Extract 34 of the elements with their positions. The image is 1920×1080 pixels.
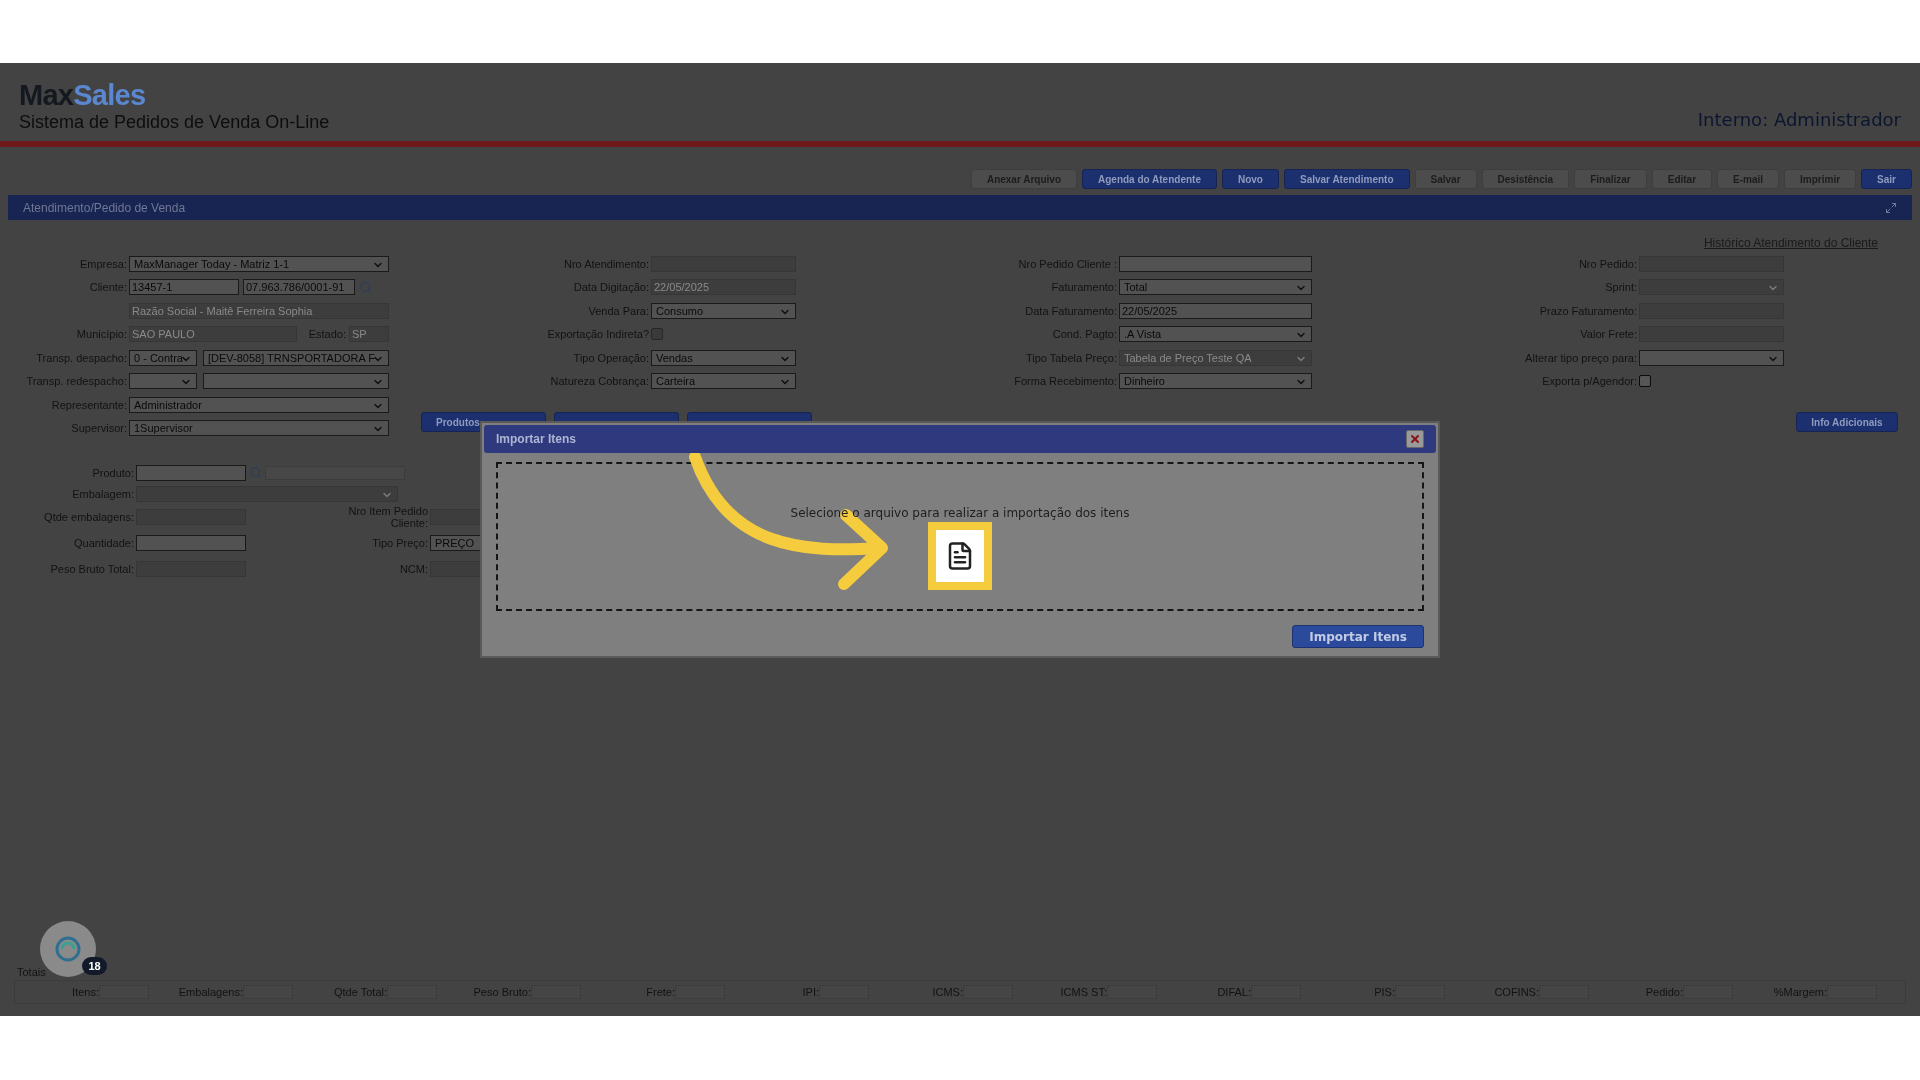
dropdown[interactable]: 0 - Contra [129,349,197,366]
dropdown[interactable]: .A Vista [1119,326,1312,343]
dropdown[interactable] [129,373,197,390]
toolbar-button[interactable]: Sair [1861,169,1912,189]
dropdown[interactable]: Administrador [129,396,389,413]
dropdown[interactable]: 1Supervisor [129,420,389,437]
text-field[interactable] [136,535,246,551]
swirl-icon [54,935,82,963]
maximize-icon[interactable] [1885,201,1897,214]
info-button[interactable]: Info Adicionais [1796,412,1898,432]
text-field[interactable] [136,464,246,481]
text-field[interactable]: 07.963.786/0001-91 [243,279,355,296]
import-button[interactable]: Importar Itens [1292,625,1424,648]
text-field[interactable]: 13457-1 [129,279,239,296]
checkbox[interactable] [1639,375,1651,388]
dropdown[interactable]: MaxManager Today - Matriz 1-1 [129,255,389,272]
dropdown[interactable]: Dinheiro [1119,373,1312,390]
dropdown[interactable]: Total [1119,279,1312,296]
dropdown[interactable]: Carteira [651,373,796,390]
dropdown[interactable]: [DEV-8058] TRNSPORTADORA F [203,349,389,366]
dropdown[interactable]: Vendas [651,349,796,366]
dropdown[interactable]: Consumo [651,302,796,319]
close-button[interactable] [1406,430,1424,448]
text-field[interactable] [1119,255,1312,272]
dropdown[interactable] [1639,349,1784,366]
panel-title: Atendimento/Pedido de Venda [23,199,186,217]
notification-badge: 18 [82,957,107,975]
toolbar-button[interactable]: Salvar Atendimento [1283,169,1410,189]
dialog-title: Importar Itens [496,431,576,448]
toolbar-button[interactable]: Agenda do Atendente [1082,169,1217,189]
text-field[interactable]: 22/05/2025 [1119,302,1312,319]
dropdown[interactable] [203,373,389,390]
toolbar-button[interactable]: Novo [1221,169,1279,189]
close-icon [1409,433,1421,445]
